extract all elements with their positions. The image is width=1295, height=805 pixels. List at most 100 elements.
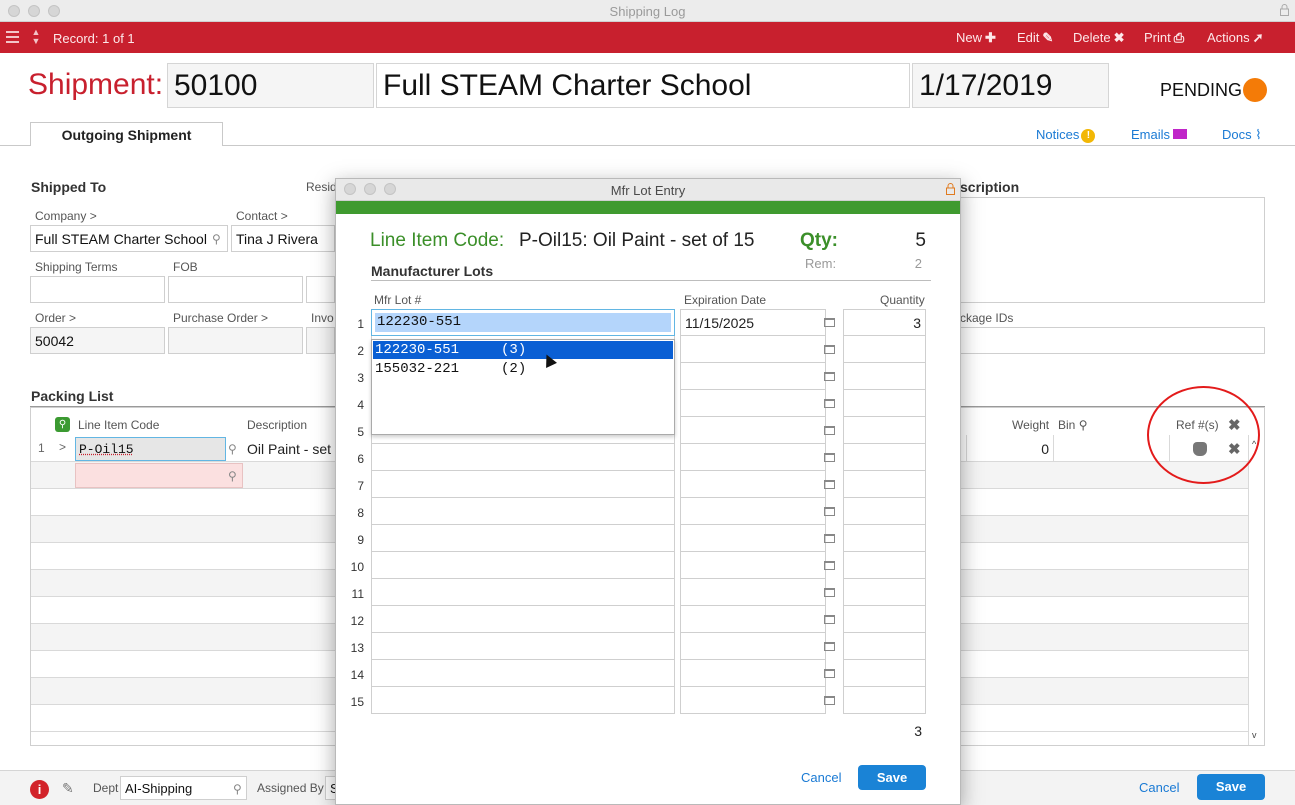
mfr-lot-cell[interactable] — [371, 525, 675, 552]
line-item-code-empty[interactable] — [75, 463, 243, 488]
quantity-cell[interactable] — [843, 660, 926, 687]
expiration-date-cell[interactable] — [680, 498, 826, 525]
tab-outgoing-shipment[interactable]: Outgoing Shipment — [30, 122, 223, 146]
dialog-cancel-button[interactable]: Cancel — [801, 770, 841, 785]
expiration-date-cell[interactable] — [680, 417, 826, 444]
row-expand-icon[interactable]: > — [59, 440, 66, 454]
fob-field[interactable] — [168, 276, 303, 303]
calendar-icon[interactable] — [824, 588, 835, 597]
order-label[interactable]: Order > — [35, 311, 76, 325]
calendar-icon[interactable] — [824, 453, 835, 462]
emails-link[interactable]: Emails — [1131, 127, 1188, 142]
quantity-cell[interactable] — [843, 579, 926, 606]
record-navigation-icon[interactable]: ▲ ▼ — [30, 28, 42, 48]
docs-link[interactable]: Docs ⌇ — [1222, 127, 1262, 143]
mfr-lot-cell[interactable] — [371, 579, 675, 606]
mfr-lot-cell[interactable] — [371, 444, 675, 471]
order-field[interactable]: 50042 — [30, 327, 165, 354]
search-icon[interactable]: ⚲ — [228, 469, 237, 483]
mfr-lot-cell[interactable] — [371, 660, 675, 687]
expiration-date-cell[interactable] — [680, 336, 826, 363]
form-field-partial[interactable] — [306, 276, 335, 303]
quantity-cell[interactable] — [843, 687, 926, 714]
expiration-date-cell[interactable] — [680, 687, 826, 714]
expiration-date-cell[interactable] — [680, 525, 826, 552]
quantity-cell[interactable] — [843, 633, 926, 660]
quantity-cell[interactable] — [843, 606, 926, 633]
quantity-cell[interactable] — [843, 363, 926, 390]
description-field[interactable] — [955, 197, 1265, 303]
calendar-icon[interactable] — [824, 372, 835, 381]
expiration-date-cell[interactable] — [680, 633, 826, 660]
shipment-company-field[interactable]: Full STEAM Charter School — [376, 63, 910, 108]
notices-link[interactable]: Notices! — [1036, 127, 1096, 143]
cancel-button[interactable]: Cancel — [1139, 780, 1179, 795]
purchase-order-label[interactable]: Purchase Order > — [173, 311, 268, 325]
expiration-date-cell[interactable] — [680, 444, 826, 471]
expiration-date-cell[interactable] — [680, 660, 826, 687]
quantity-cell[interactable] — [843, 390, 926, 417]
expiration-date-cell[interactable] — [680, 579, 826, 606]
mfr-lot-input[interactable]: 122230-551 — [371, 309, 675, 336]
quantity-field[interactable]: 3 — [843, 309, 926, 336]
expiration-date-cell[interactable] — [680, 471, 826, 498]
shipment-number-field[interactable]: 50100 — [167, 63, 374, 108]
actions-button[interactable]: Actions ➚ — [1207, 30, 1264, 46]
expiration-date-cell[interactable] — [680, 552, 826, 579]
invoice-field[interactable] — [306, 327, 335, 354]
expiration-date-field[interactable]: 11/15/2025 — [680, 309, 826, 336]
shipping-terms-field[interactable] — [30, 276, 165, 303]
mfr-lot-cell[interactable] — [371, 471, 675, 498]
search-icon[interactable]: ⚲ — [228, 442, 237, 456]
pin-icon[interactable]: ✎ — [62, 780, 74, 797]
contact-label[interactable]: Contact > — [236, 209, 288, 223]
calendar-icon[interactable] — [824, 561, 835, 570]
mfr-lot-cell[interactable] — [371, 552, 675, 579]
calendar-icon[interactable] — [824, 426, 835, 435]
shipment-date-field[interactable]: 1/17/2019 — [912, 63, 1109, 108]
mfr-lot-cell[interactable] — [371, 633, 675, 660]
calendar-icon[interactable] — [824, 534, 835, 543]
package-ids-field[interactable] — [955, 327, 1265, 354]
mfr-lot-cell[interactable] — [371, 687, 675, 714]
quantity-cell[interactable] — [843, 417, 926, 444]
scrollbar[interactable]: ^ v — [1248, 435, 1264, 745]
quantity-cell[interactable] — [843, 336, 926, 363]
info-icon[interactable]: i — [30, 780, 49, 799]
search-icon[interactable]: ⚲ — [212, 232, 221, 246]
row-weight[interactable]: 0 — [966, 435, 1054, 461]
company-label[interactable]: Company > — [35, 209, 97, 223]
chevron-down-icon[interactable]: v — [1252, 730, 1257, 740]
calendar-icon[interactable] — [824, 345, 835, 354]
expiration-date-cell[interactable] — [680, 606, 826, 633]
dialog-save-button[interactable]: Save — [858, 765, 926, 790]
print-button[interactable]: Print ⎙ — [1144, 30, 1184, 46]
calendar-icon[interactable] — [824, 318, 835, 327]
search-icon[interactable]: ⚲ — [233, 782, 242, 796]
purchase-order-field[interactable] — [168, 327, 303, 354]
company-field[interactable]: Full STEAM Charter School — [30, 225, 228, 252]
search-icon[interactable]: ⚲ — [1079, 418, 1088, 432]
save-button[interactable]: Save — [1197, 774, 1265, 800]
dept-field[interactable]: AI-Shipping — [120, 776, 247, 800]
search-icon[interactable]: ⚲ — [55, 417, 70, 432]
calendar-icon[interactable] — [824, 399, 835, 408]
mfr-lot-cell[interactable] — [371, 606, 675, 633]
quantity-cell[interactable] — [843, 471, 926, 498]
quantity-cell[interactable] — [843, 498, 926, 525]
expiration-date-cell[interactable] — [680, 390, 826, 417]
dropdown-option[interactable]: 155032-221 (2) — [373, 360, 673, 378]
new-button[interactable]: New ✚ — [956, 30, 996, 46]
expiration-date-cell[interactable] — [680, 363, 826, 390]
quantity-cell[interactable] — [843, 552, 926, 579]
calendar-icon[interactable] — [824, 615, 835, 624]
calendar-icon[interactable] — [824, 696, 835, 705]
edit-button[interactable]: Edit ✎ — [1017, 30, 1053, 46]
quantity-cell[interactable] — [843, 525, 926, 552]
calendar-icon[interactable] — [824, 480, 835, 489]
calendar-icon[interactable] — [824, 642, 835, 651]
mfr-lot-cell[interactable] — [371, 498, 675, 525]
calendar-icon[interactable] — [824, 669, 835, 678]
calendar-icon[interactable] — [824, 507, 835, 516]
contact-field[interactable]: Tina J Rivera — [231, 225, 335, 252]
